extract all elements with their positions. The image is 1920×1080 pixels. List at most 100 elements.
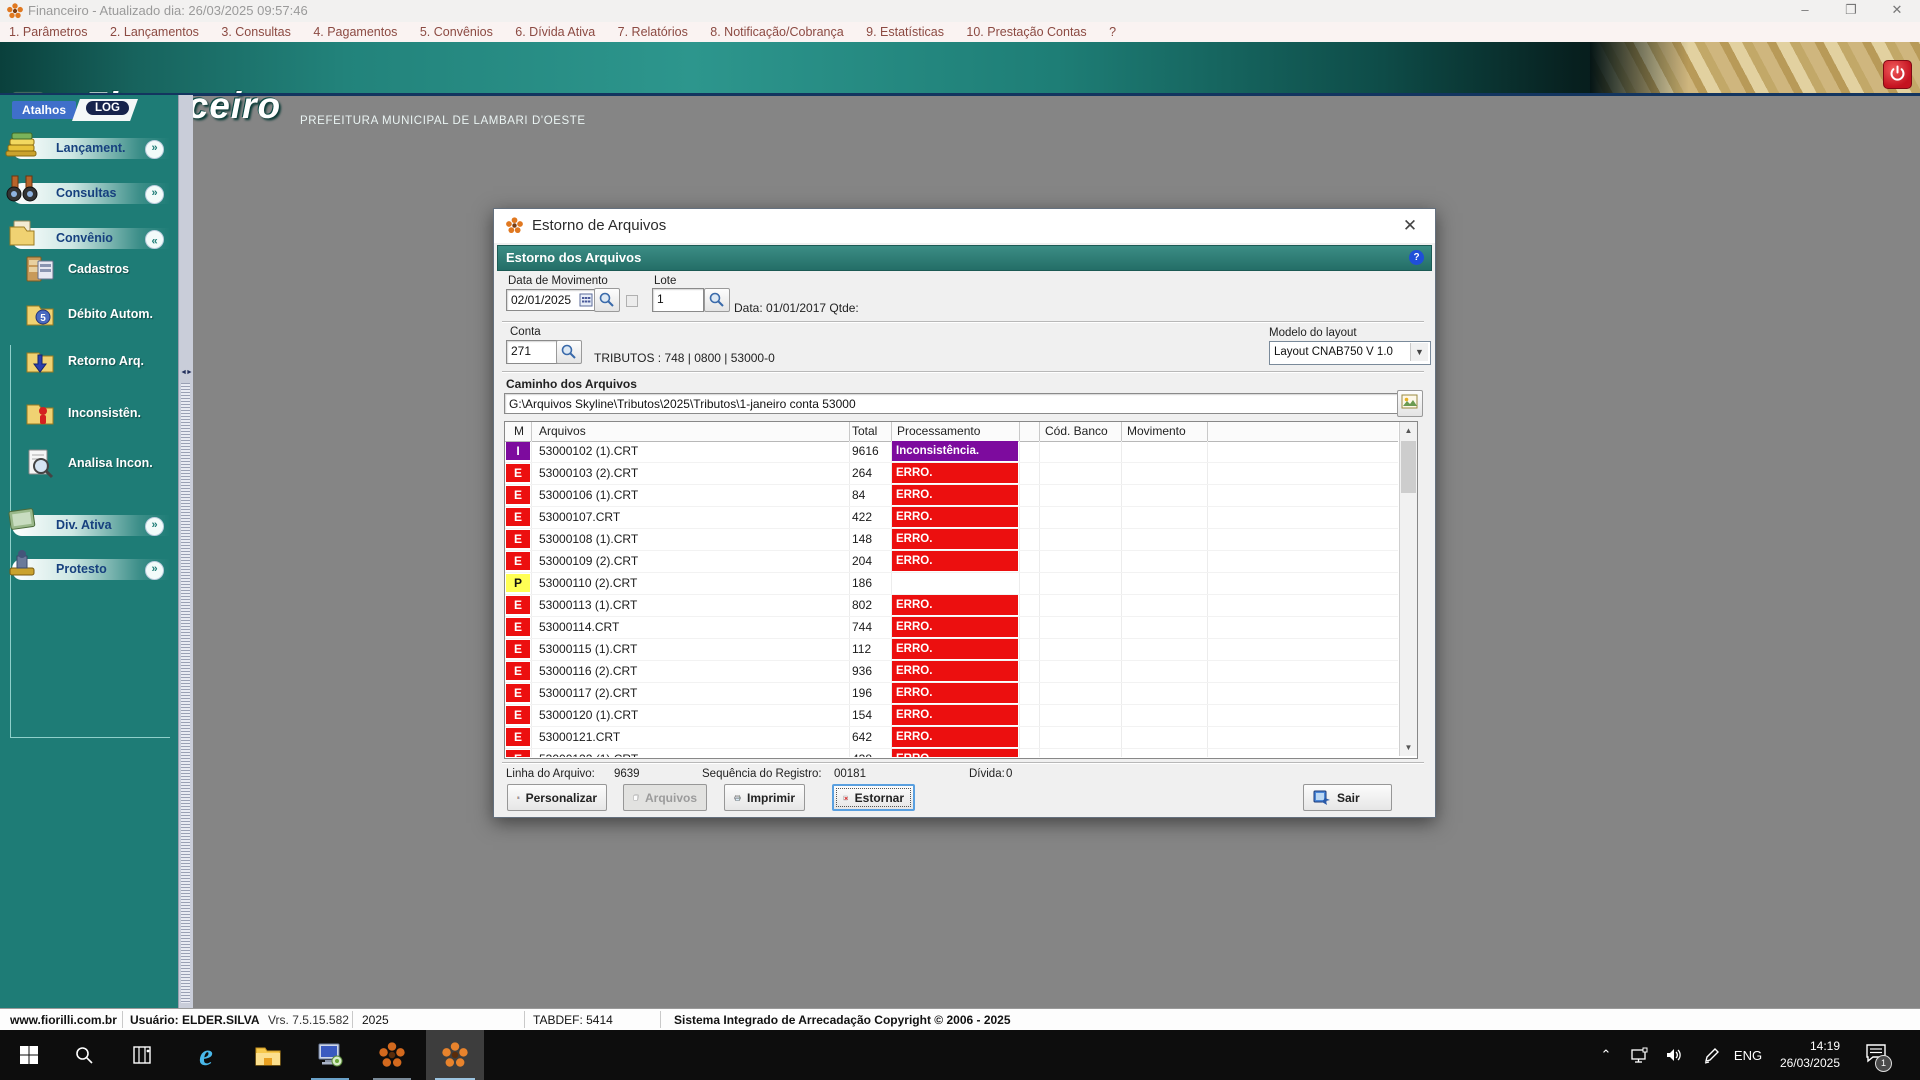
table-row[interactable]: E 53000106 (1).CRT 84 ERRO.: [505, 485, 1398, 507]
app-pc-button[interactable]: [302, 1030, 358, 1080]
splitter-arrows-icon[interactable]: ◄►: [179, 367, 193, 379]
sair-button[interactable]: Sair: [1303, 784, 1392, 811]
chevron-down-icon[interactable]: »: [145, 140, 164, 159]
table-row[interactable]: P 53000110 (2).CRT 186: [505, 573, 1398, 595]
menu-pagamentos[interactable]: 4. Pagamentos: [313, 22, 397, 42]
network-icon[interactable]: [1622, 1030, 1656, 1080]
chevron-down-icon[interactable]: »: [145, 561, 164, 580]
menu-convenios[interactable]: 5. Convênios: [420, 22, 493, 42]
menu-estatisticas[interactable]: 9. Estatísticas: [866, 22, 944, 42]
menu-parametros[interactable]: 1. Parâmetros: [9, 22, 88, 42]
lote-input[interactable]: 1: [652, 288, 704, 312]
scroll-up-icon[interactable]: ▲: [1400, 422, 1417, 439]
data-movimento-input[interactable]: 02/01/2025: [506, 289, 596, 311]
row-file-name: 53000109 (2).CRT: [539, 554, 638, 568]
task-view-icon: [132, 1045, 152, 1065]
personalizar-button[interactable]: Personalizar: [507, 784, 607, 811]
col-processamento[interactable]: Processamento: [897, 424, 980, 438]
search-lote-button[interactable]: [704, 288, 730, 312]
menu-prestacao-contas[interactable]: 10. Prestação Contas: [966, 22, 1086, 42]
table-row[interactable]: I 53000102 (1).CRT 9616 Inconsistência.: [505, 441, 1398, 463]
sidebar-subitem-analisa-incon[interactable]: Analisa Incon.: [24, 447, 174, 481]
sidebar-subitem-cadastros[interactable]: Cadastros: [24, 253, 174, 287]
notifications-button[interactable]: 1: [1852, 1030, 1900, 1080]
search-conta-button[interactable]: [556, 340, 582, 364]
restore-button[interactable]: ❐: [1828, 0, 1874, 22]
conta-input[interactable]: 271: [506, 340, 558, 364]
col-arquivos[interactable]: Arquivos: [539, 424, 586, 438]
sair-label: Sair: [1337, 791, 1360, 805]
help-icon[interactable]: ?: [1409, 250, 1424, 265]
search-date-button[interactable]: [594, 288, 620, 312]
modelo-layout-select[interactable]: Layout CNAB750 V 1.0 ▼: [1269, 341, 1431, 365]
app-fiorilli-button[interactable]: [364, 1030, 420, 1080]
table-row[interactable]: E 53000113 (1).CRT 802 ERRO.: [505, 595, 1398, 617]
sidebar-tab-atalhos[interactable]: Atalhos: [12, 101, 76, 119]
status-site[interactable]: www.fiorilli.com.br: [10, 1013, 117, 1027]
table-row[interactable]: E 53000114.CRT 744 ERRO.: [505, 617, 1398, 639]
tray-chevron-up-icon[interactable]: ⌃: [1590, 1030, 1622, 1080]
menu-notificacao[interactable]: 8. Notificação/Cobrança: [710, 22, 843, 42]
sidebar-tab-log[interactable]: LOG: [72, 99, 138, 121]
sidebar-subitem-inconsistencia[interactable]: Inconsistên.: [24, 397, 174, 431]
col-total[interactable]: Total: [852, 424, 877, 438]
menu-consultas[interactable]: 3. Consultas: [221, 22, 290, 42]
estorno-dialog: Estorno de Arquivos ✕ Estorno dos Arquiv…: [493, 208, 1436, 818]
language-indicator[interactable]: ENG: [1728, 1030, 1768, 1080]
pen-icon[interactable]: [1694, 1030, 1728, 1080]
table-row[interactable]: E 53000109 (2).CRT 204 ERRO.: [505, 551, 1398, 573]
close-button[interactable]: ✕: [1874, 0, 1920, 22]
imprimir-button[interactable]: Imprimir: [724, 784, 805, 811]
calendar-icon[interactable]: [579, 293, 593, 307]
arquivos-button[interactable]: Arquivos: [623, 784, 707, 811]
table-row[interactable]: E 53000117 (2).CRT 196 ERRO.: [505, 683, 1398, 705]
dialog-close-button[interactable]: ✕: [1397, 214, 1423, 238]
clock[interactable]: 14:19 26/03/2025: [1768, 1038, 1840, 1072]
app-financeiro-button-active[interactable]: [426, 1030, 484, 1080]
menu-divida-ativa[interactable]: 6. Dívida Ativa: [515, 22, 595, 42]
menu-help[interactable]: ?: [1109, 22, 1116, 42]
date-checkbox[interactable]: [626, 295, 638, 307]
sidebar-splitter[interactable]: ◄►: [178, 95, 193, 1008]
search-button[interactable]: [58, 1030, 110, 1080]
scroll-down-icon[interactable]: ▼: [1400, 739, 1417, 756]
table-row[interactable]: E 53000103 (2).CRT 264 ERRO.: [505, 463, 1398, 485]
sidebar-subitem-retorno-arq[interactable]: Retorno Arq.: [24, 345, 174, 379]
estornar-button[interactable]: Estornar: [832, 784, 915, 811]
col-movimento[interactable]: Movimento: [1127, 424, 1186, 438]
chevron-down-icon[interactable]: »: [145, 185, 164, 204]
file-explorer-button[interactable]: [240, 1030, 296, 1080]
power-button[interactable]: [1883, 60, 1912, 89]
col-m[interactable]: M: [514, 424, 524, 438]
table-row[interactable]: E 53000121.CRT 642 ERRO.: [505, 727, 1398, 749]
volume-icon[interactable]: [1656, 1030, 1692, 1080]
task-view-button[interactable]: [116, 1030, 168, 1080]
sidebar-subitem-debito-autom[interactable]: 5 Débito Autom.: [24, 298, 174, 332]
minimize-button[interactable]: –: [1782, 0, 1828, 22]
table-row[interactable]: E 53000108 (1).CRT 148 ERRO.: [505, 529, 1398, 551]
row-file-name: 53000122 (1).CRT: [539, 752, 638, 757]
estornar-label: Estornar: [855, 791, 904, 805]
scroll-thumb[interactable]: [1401, 441, 1416, 493]
table-row[interactable]: E 53000115 (1).CRT 112 ERRO.: [505, 639, 1398, 661]
vertical-scrollbar[interactable]: ▲ ▼: [1399, 422, 1417, 756]
browse-folder-button[interactable]: [1397, 390, 1423, 417]
chevron-up-icon[interactable]: »: [145, 230, 164, 249]
status-divider: [122, 1011, 123, 1028]
table-row[interactable]: E 53000122 (1).CRT 438 ERRO.: [505, 749, 1398, 757]
start-button[interactable]: [0, 1030, 58, 1080]
col-cod-banco[interactable]: Cód. Banco: [1045, 424, 1108, 438]
table-row[interactable]: E 53000116 (2).CRT 936 ERRO.: [505, 661, 1398, 683]
internet-explorer-button[interactable]: e: [178, 1030, 234, 1080]
table-row[interactable]: E 53000120 (1).CRT 154 ERRO.: [505, 705, 1398, 727]
menu-relatorios[interactable]: 7. Relatórios: [618, 22, 688, 42]
table-header[interactable]: M Arquivos Total Processamento Cód. Banc…: [505, 422, 1398, 442]
caminho-input[interactable]: G:\Arquivos Skyline\Tributos\2025\Tribut…: [504, 393, 1398, 414]
splitter-grip[interactable]: [181, 383, 190, 1003]
divida-label: Dívida:: [969, 768, 1005, 780]
dialog-titlebar[interactable]: Estorno de Arquivos ✕: [494, 209, 1435, 243]
table-row[interactable]: E 53000107.CRT 422 ERRO.: [505, 507, 1398, 529]
chevron-down-icon[interactable]: »: [145, 517, 164, 536]
menu-lancamentos[interactable]: 2. Lançamentos: [110, 22, 199, 42]
row-status: ERRO.: [892, 683, 1018, 703]
